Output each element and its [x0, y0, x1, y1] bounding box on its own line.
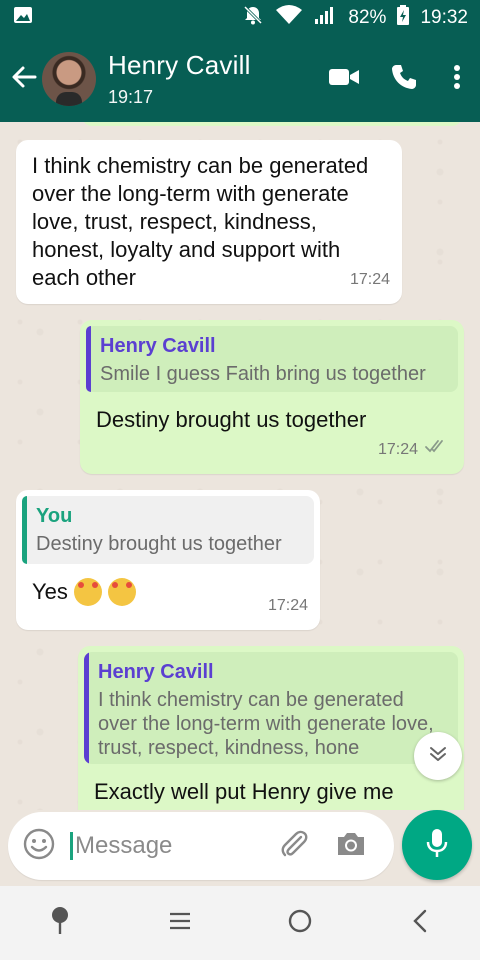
- message-text: Exactly well put Henry give me: [94, 779, 394, 804]
- contact-info[interactable]: Henry Cavill 19:17: [108, 50, 251, 108]
- pin-icon: [50, 906, 70, 941]
- quoted-message[interactable]: Henry Cavill Smile I guess Faith bring u…: [86, 326, 458, 392]
- composer: [0, 810, 480, 886]
- message-incoming[interactable]: I think chemistry can be generated over …: [16, 140, 402, 304]
- quoted-author: Henry Cavill: [100, 335, 216, 357]
- image-icon: [12, 4, 34, 32]
- message-outgoing[interactable]: Henry Cavill I think chemistry can be ge…: [78, 646, 464, 810]
- arrow-left-icon: [11, 64, 37, 95]
- chevron-double-down-icon: [428, 745, 448, 768]
- status-left: [12, 4, 34, 32]
- previous-message-edge: [82, 122, 462, 126]
- double-check-icon: [424, 436, 450, 464]
- quoted-author: Henry Cavill: [98, 661, 214, 683]
- header-actions: [314, 49, 480, 109]
- menu-icon: [168, 911, 192, 936]
- phone-icon: [390, 63, 418, 96]
- message-time: 17:24: [349, 271, 390, 288]
- avatar[interactable]: [42, 52, 96, 106]
- home-circle-icon: [287, 908, 313, 939]
- nav-assistant-button[interactable]: [30, 893, 90, 953]
- emoji-button[interactable]: [8, 812, 70, 880]
- message-outgoing[interactable]: Henry Cavill Smile I guess Faith bring u…: [80, 320, 464, 474]
- emoji-icon: [23, 828, 55, 865]
- wifi-icon: [274, 4, 304, 32]
- paperclip-icon: [277, 827, 311, 866]
- message-text: Destiny brought us together: [96, 407, 367, 432]
- chat-area[interactable]: I think chemistry can be generated over …: [0, 122, 480, 810]
- battery-charging-icon: [396, 4, 410, 32]
- scroll-to-bottom-button[interactable]: [414, 732, 462, 780]
- quoted-message[interactable]: Henry Cavill I think chemistry can be ge…: [84, 652, 458, 764]
- more-vert-icon: [453, 64, 461, 95]
- message-input-box: [8, 812, 394, 880]
- quoted-text: Smile I guess Faith bring us together: [100, 363, 426, 385]
- attach-button[interactable]: [264, 812, 324, 880]
- bell-off-icon: [242, 4, 264, 32]
- nav-home-button[interactable]: [270, 893, 330, 953]
- camera-button[interactable]: [324, 812, 378, 880]
- status-time: 19:32: [420, 7, 468, 28]
- mic-icon: [425, 827, 449, 864]
- nav-back-button[interactable]: [390, 893, 450, 953]
- nav-menu-button[interactable]: [150, 893, 210, 953]
- smiling-hearts-emoji-icon: [107, 578, 136, 606]
- video-camera-icon: [328, 66, 360, 93]
- contact-last-seen: 19:17: [108, 87, 154, 107]
- message-time: 17:24: [267, 597, 308, 614]
- message-input[interactable]: [70, 832, 260, 860]
- signal-icon: [314, 5, 338, 31]
- contact-name: Henry Cavill: [108, 50, 251, 80]
- quoted-text: I think chemistry can be generated over …: [98, 689, 434, 759]
- quoted-message[interactable]: You Destiny brought us together: [22, 496, 314, 564]
- voice-call-button[interactable]: [374, 49, 434, 109]
- message-text: Yes: [32, 579, 68, 604]
- system-navigation-bar: [0, 886, 480, 960]
- message-text: I think chemistry can be generated over …: [32, 153, 369, 290]
- message-incoming[interactable]: You Destiny brought us together Yes 17:2…: [16, 490, 320, 630]
- quoted-author: You: [36, 505, 73, 527]
- video-call-button[interactable]: [314, 49, 374, 109]
- back-button[interactable]: [4, 36, 44, 122]
- chat-header: Henry Cavill 19:17: [0, 36, 480, 122]
- status-right: 82% 19:32: [242, 4, 468, 32]
- camera-icon: [335, 830, 367, 863]
- nav-back-icon: [411, 908, 429, 939]
- status-bar: 82% 19:32: [0, 0, 480, 36]
- smiling-hearts-emoji-icon: [73, 578, 102, 606]
- voice-message-button[interactable]: [402, 810, 472, 880]
- quoted-text: Destiny brought us together: [36, 533, 282, 555]
- battery-percent: 82%: [348, 7, 387, 28]
- message-meta: 17:24: [378, 436, 450, 464]
- more-options-button[interactable]: [434, 49, 480, 109]
- message-time: 17:24: [377, 441, 418, 458]
